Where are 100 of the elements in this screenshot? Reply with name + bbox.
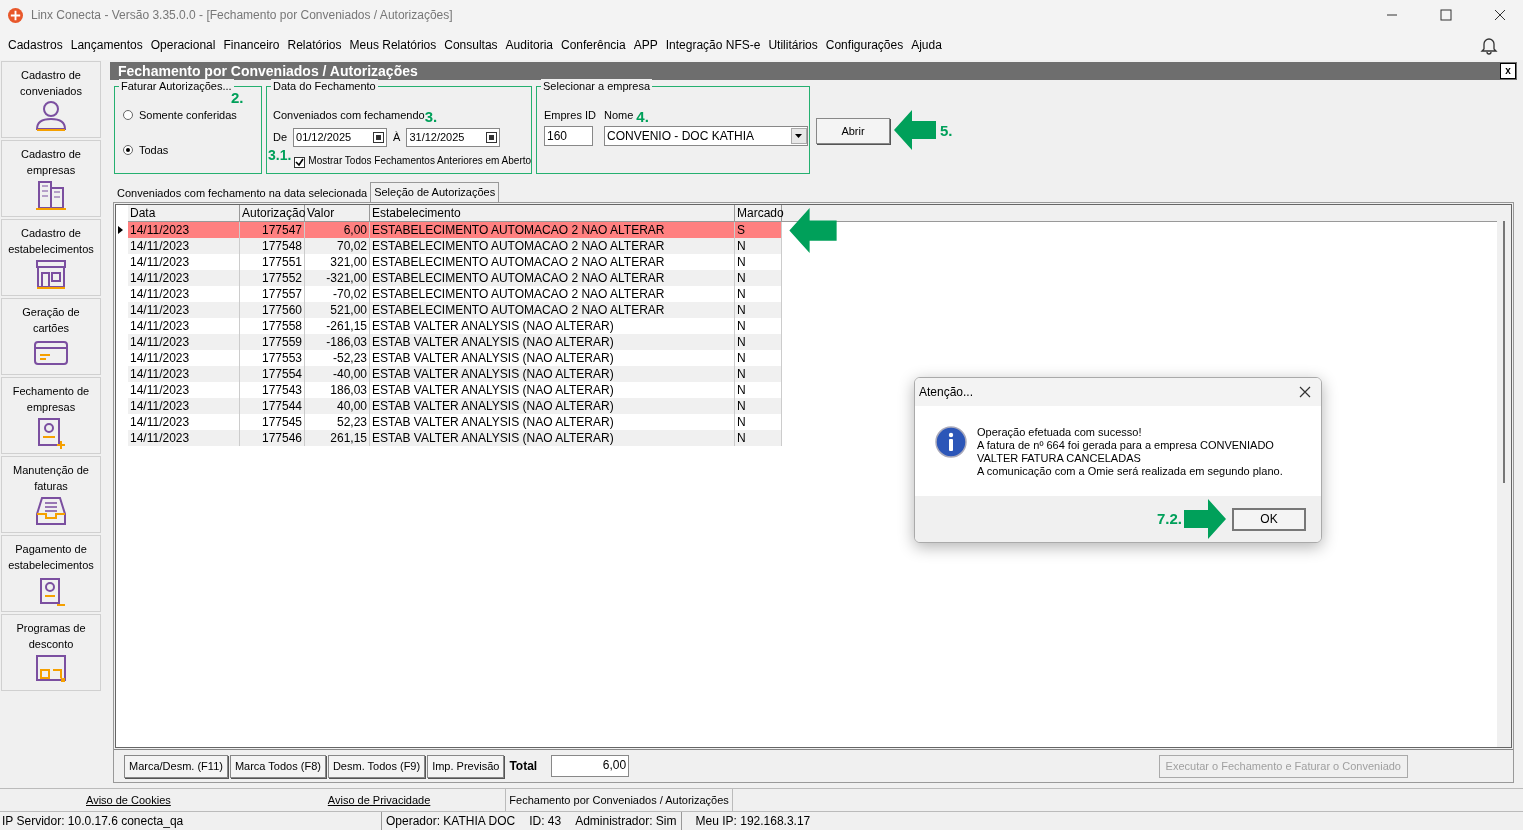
group-legend: Selecionar a empresa [541,79,652,93]
cookies-link[interactable]: Aviso de Cookies [86,791,171,809]
checkbox-label: Mostrar Todos Fechamentos Anteriores em Aberto [308,153,532,168]
step-label: 3.1. [268,147,292,162]
step-label: 7.2. [1156,508,1182,529]
action-button[interactable]: Imp. Previsão [427,754,505,778]
current-row-icon [118,226,123,234]
close-icon[interactable] [1299,386,1311,398]
info-icon [935,426,967,458]
privacy-link[interactable]: Aviso de Privacidade [327,791,431,809]
table-row[interactable]: 14/11/2023 177559 -186,03 ESTAB VALTER ANALYSIS (NAO ALTERAR) N [128,334,782,350]
menu-item[interactable]: Ajuda [907,36,946,54]
menu-item[interactable]: Meus Relatórios [345,36,441,54]
bell-icon[interactable] [1479,35,1499,55]
step-label: 5. [940,121,953,138]
table-row[interactable]: 14/11/2023 177553 -52,23 ESTAB VALTER ANALYSIS (NAO ALTERAR) N [128,350,782,366]
column-header: Marcado [735,205,782,221]
scrollbar-thumb[interactable] [1503,221,1505,483]
from-label: De [273,129,288,145]
status-text: Administrador: Sim [561,812,682,830]
checkbox[interactable] [294,156,306,168]
tab[interactable]: Conveniados com fechamento na data selecionada [114,184,371,202]
calendar-icon[interactable] [486,131,498,143]
open-button[interactable]: Abrir [816,118,890,144]
company-name-label: Nome [603,108,634,123]
menu-item[interactable]: Consultas [440,36,502,54]
radio-label: Somente conferidas [139,108,237,123]
ok-button[interactable]: OK [1232,507,1306,531]
status-text: ID: 43 [528,813,562,830]
company-id-label: Empres ID [544,108,596,123]
company-id-field[interactable]: 160 [544,125,593,146]
arrow-icon [788,208,838,253]
menu-item[interactable]: Relatórios [283,36,346,54]
menu-item[interactable]: Conferência [557,36,630,54]
menu-item[interactable]: Operacional [146,36,220,54]
step-label: 3. [424,108,438,124]
table-cell: 261,15 [305,430,370,446]
dialog-message: A comunicação com a Omie será realizada em segundo plano. [977,465,1284,478]
sidebar-button[interactable]: Geração de cartões [1,298,101,375]
to-date-field[interactable]: 31/12/2025 [406,127,501,147]
radio-button[interactable] [123,144,133,155]
table-row[interactable]: 14/11/2023 177543 186,03 ESTAB VALTER ANALYSIS (NAO ALTERAR) N [128,382,782,398]
action-button[interactable]: Marca/Desm. (F11) [124,754,228,778]
panel-title: Fechamento por Conveniados / Autorizações [118,61,418,81]
panel-close-button[interactable]: x [1500,63,1516,79]
menu-item[interactable]: Integração NFS-e [661,36,765,54]
table-row[interactable]: 14/11/2023 177560 521,00 ESTABELECIMENTO AUTOMACAO 2 NAO ALTERAR N [128,302,782,318]
table-row[interactable]: 14/11/2023 177558 -261,15 ESTAB VALTER ANALYSIS (NAO ALTERAR) N [128,318,782,334]
step-label: 4. [636,108,649,124]
table-row[interactable]: 14/11/2023 177557 -70,02 ESTABELECIMENTO AUTOMACAO 2 NAO ALTERAR N [128,286,782,302]
table-cell: N [735,430,782,446]
action-button[interactable]: Desm. Todos (F9) [327,754,426,778]
radio-label: Todas [139,142,169,158]
to-label: À [393,129,401,145]
maximize-icon[interactable] [1439,8,1453,22]
column-header: Valor [305,205,370,221]
table-row[interactable]: 14/11/2023 177552 -321,00 ESTABELECIMENTO AUTOMACAO 2 NAO ALTERAR N [128,270,782,286]
table-row[interactable]: 14/11/2023 177548 70,02 ESTABELECIMENTO AUTOMACAO 2 NAO ALTERAR N [128,238,782,254]
dialog-title: Atenção... [919,384,974,401]
sidebar-button[interactable]: Manutenção de faturas [1,456,101,533]
action-button[interactable]: Marca Todos (F8) [229,754,326,778]
table-cell: ESTAB VALTER ANALYSIS (NAO ALTERAR) [370,430,735,446]
sidebar-button[interactable]: Cadastro de conveniados [1,61,101,138]
menu-item[interactable]: Utilitários [764,36,822,54]
sidebar-button[interactable]: Cadastro de estabelecimentos [1,219,101,296]
menu-item[interactable]: Lançamentos [66,36,147,54]
arrow-icon [894,110,936,150]
sidebar-button[interactable]: Cadastro de empresas [1,140,101,217]
tab[interactable]: Seleção de Autorizações [370,182,500,202]
column-header: Estabelecimento [370,205,735,221]
table-row[interactable]: 14/11/2023 177554 -40,00 ESTAB VALTER ANALYSIS (NAO ALTERAR) N [128,366,782,382]
dropdown-caret-icon [795,133,803,138]
dialog-message: A fatura de nº 664 foi gerada para a empresa CONVENIADO VALTER FATURA CANCELADAS [977,439,1275,465]
menu-item[interactable]: Configurações [821,36,908,54]
menu-item[interactable]: Financeiro [219,36,284,54]
table-row[interactable]: 14/11/2023 177545 52,23 ESTAB VALTER ANALYSIS (NAO ALTERAR) N [128,414,782,430]
dialog-message: Operação efetuada com sucesso! [977,426,1143,439]
sidebar-button[interactable]: Fechamento de empresas [1,377,101,454]
sidebar-button[interactable]: Programas de desconto [1,614,101,691]
caption: Conveniados com fechamendo [273,108,425,121]
status-text: IP Servidor: 10.0.17.6 conecta_qa [0,812,382,830]
group-legend: Faturar Autorizações... [119,79,234,93]
menu-item[interactable]: Auditoria [501,36,557,54]
column-header: Autorização [240,205,305,221]
total-label: Total [509,758,538,775]
from-date-field[interactable]: 01/12/2025 [293,127,388,147]
company-dropdown[interactable]: CONVENIO - DOC KATHIA [603,125,808,146]
arrow-icon [1184,499,1226,539]
open-window-tab[interactable]: Fechamento por Conveniados / Autorizações [505,789,733,811]
menu-item[interactable]: APP [629,36,662,54]
table-row[interactable]: 14/11/2023 177544 40,00 ESTAB VALTER ANALYSIS (NAO ALTERAR) N [128,398,782,414]
close-icon[interactable] [1493,8,1507,22]
table-row[interactable]: 14/11/2023 177551 321,00 ESTABELECIMENTO AUTOMACAO 2 NAO ALTERAR N [128,254,782,270]
radio-button[interactable] [123,110,133,121]
group-legend: Data do Fechamento [271,79,378,93]
sidebar-button[interactable]: Pagamento de estabelecimentos [1,535,101,612]
calendar-icon[interactable] [373,131,385,143]
column-header: Data [128,205,240,221]
menu-item[interactable]: Cadastros [4,36,67,54]
table-row[interactable]: 14/11/2023 177546 261,15 ESTAB VALTER ANALYSIS (NAO ALTERAR) N [128,430,782,446]
